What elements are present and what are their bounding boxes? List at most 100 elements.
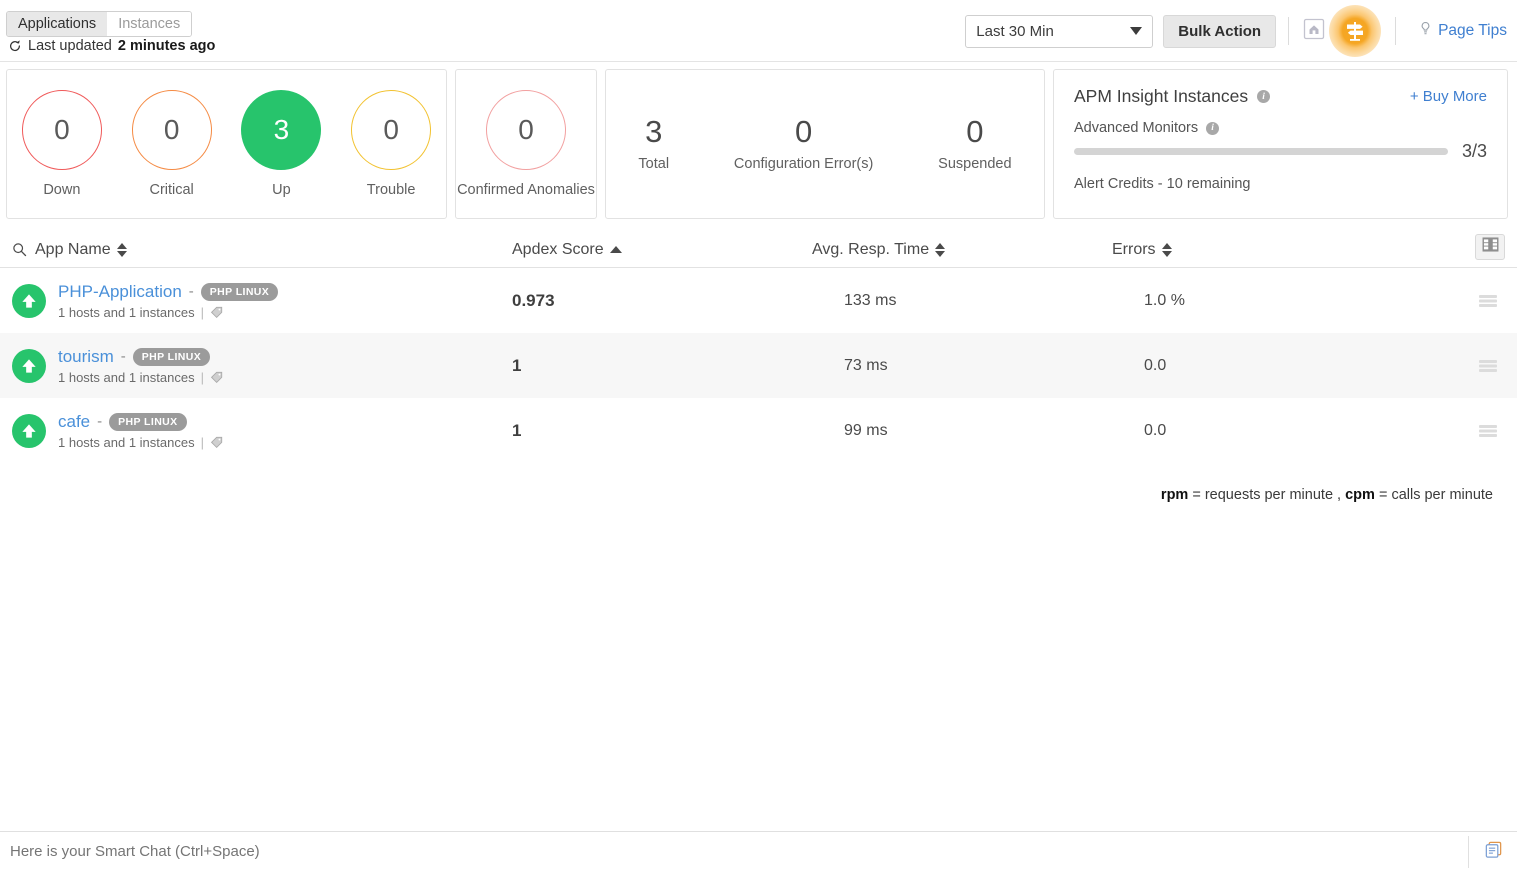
advanced-monitors-label: Advanced Monitors xyxy=(1074,120,1198,136)
chat-history-button[interactable] xyxy=(1469,832,1517,872)
cell-avg-resp-time: 99 ms xyxy=(812,422,1112,440)
status-down[interactable]: 0 Down xyxy=(22,90,102,199)
bulk-action-button[interactable]: Bulk Action xyxy=(1163,15,1276,48)
applications-table: App Name Apdex Score Avg. Resp. Time Err… xyxy=(0,232,1517,503)
tab-instances[interactable]: Instances xyxy=(107,12,191,36)
sort-asc-active-icon[interactable] xyxy=(610,246,622,253)
sort-desc-icon xyxy=(935,251,945,257)
confirmed-anomalies: 0 Confirmed Anomalies xyxy=(457,90,595,199)
platform-badge: PHP LINUX xyxy=(201,283,278,301)
confirmed-anomalies-card[interactable]: 0 Confirmed Anomalies xyxy=(455,69,597,219)
cell-app-name: cafe - PHP LINUX 1 hosts and 1 instances… xyxy=(12,412,512,450)
cell-app-name: tourism - PHP LINUX 1 hosts and 1 instan… xyxy=(12,347,512,385)
cell-avg-resp-time: 73 ms xyxy=(812,357,1112,375)
column-header-app-name[interactable]: App Name xyxy=(12,241,512,259)
sort-desc-icon xyxy=(117,251,127,257)
tag-icon[interactable] xyxy=(210,305,224,319)
status-trouble-value: 0 xyxy=(351,90,431,170)
app-name-link[interactable]: cafe xyxy=(58,412,90,432)
buy-more-link[interactable]: + Buy More xyxy=(1410,88,1487,105)
app-title-line: PHP-Application - PHP LINUX xyxy=(58,282,278,302)
home-icon xyxy=(1303,18,1325,45)
app-meta-line: 1 hosts and 1 instances | xyxy=(58,305,278,320)
signpost-button[interactable] xyxy=(1329,5,1381,57)
top-right-controls: Last 30 Min Bulk Action xyxy=(965,0,1507,62)
status-critical[interactable]: 0 Critical xyxy=(132,90,212,199)
meta-separator: | xyxy=(201,370,204,385)
app-dash: - xyxy=(97,413,102,430)
status-up-icon xyxy=(12,349,46,383)
sort-desc-icon xyxy=(1162,251,1172,257)
search-icon[interactable] xyxy=(12,242,27,257)
sort-asc-icon xyxy=(117,243,127,249)
info-icon-monitors[interactable]: i xyxy=(1206,122,1219,135)
cell-errors: 1.0 % xyxy=(1112,292,1412,310)
row-menu-button[interactable] xyxy=(1479,294,1497,308)
tag-icon[interactable] xyxy=(210,435,224,449)
column-header-app-name-label: App Name xyxy=(35,241,111,259)
grid-view-toggle-button[interactable] xyxy=(1475,234,1505,260)
advanced-monitors-progress-bar xyxy=(1074,148,1448,155)
app-name-link[interactable]: tourism xyxy=(58,347,114,367)
column-header-errors[interactable]: Errors xyxy=(1112,241,1412,259)
app-meta: PHP-Application - PHP LINUX 1 hosts and … xyxy=(58,282,278,320)
status-up-icon xyxy=(12,414,46,448)
legend-rpm-text: = requests per minute , xyxy=(1188,487,1345,503)
alert-credits-text: Alert Credits - 10 remaining xyxy=(1074,176,1487,192)
sort-toggle-app-name[interactable] xyxy=(117,243,127,257)
table-row[interactable]: PHP-Application - PHP LINUX 1 hosts and … xyxy=(0,268,1517,333)
app-name-link[interactable]: PHP-Application xyxy=(58,282,182,302)
apm-title: APM Insight Instances xyxy=(1074,86,1248,107)
table-row[interactable]: tourism - PHP LINUX 1 hosts and 1 instan… xyxy=(0,333,1517,398)
column-header-apdex-score[interactable]: Apdex Score xyxy=(512,241,812,259)
status-up[interactable]: 3 Up xyxy=(241,90,321,199)
toolbar-divider xyxy=(1288,17,1289,45)
column-header-errors-label: Errors xyxy=(1112,241,1156,259)
table-row[interactable]: cafe - PHP LINUX 1 hosts and 1 instances… xyxy=(0,398,1517,463)
app-meta: cafe - PHP LINUX 1 hosts and 1 instances… xyxy=(58,412,224,450)
smart-chat-input[interactable] xyxy=(0,842,1468,861)
table-header-row: App Name Apdex Score Avg. Resp. Time Err… xyxy=(0,232,1517,268)
info-icon[interactable]: i xyxy=(1257,90,1270,103)
platform-badge: PHP LINUX xyxy=(133,348,210,366)
config-error-stat[interactable]: 0 Configuration Error(s) xyxy=(734,116,873,173)
total-value: 3 xyxy=(645,116,662,147)
smart-chat-bar xyxy=(0,831,1517,871)
buy-more-label: + Buy More xyxy=(1410,88,1487,105)
confirmed-anomalies-label: Confirmed Anomalies xyxy=(457,182,595,199)
bulk-action-label: Bulk Action xyxy=(1178,23,1261,40)
status-trouble[interactable]: 0 Trouble xyxy=(351,90,431,199)
last-updated: Last updated 2 minutes ago xyxy=(8,38,215,54)
sort-asc-icon xyxy=(935,243,945,249)
status-critical-value: 0 xyxy=(132,90,212,170)
sort-toggle-resp-time[interactable] xyxy=(935,243,945,257)
page-tips-label: Page Tips xyxy=(1438,22,1507,40)
row-menu-button[interactable] xyxy=(1479,424,1497,438)
column-header-apdex-score-label: Apdex Score xyxy=(512,241,604,259)
home-button[interactable] xyxy=(1301,18,1327,44)
cell-avg-resp-time: 133 ms xyxy=(812,292,1112,310)
platform-badge: PHP LINUX xyxy=(109,413,186,431)
column-header-avg-resp-time[interactable]: Avg. Resp. Time xyxy=(812,241,1112,259)
chevron-down-icon xyxy=(1130,27,1142,35)
suspended-stat[interactable]: 0 Suspended xyxy=(938,116,1011,173)
time-period-select[interactable]: Last 30 Min xyxy=(965,15,1153,48)
page-tips-button[interactable]: Page Tips xyxy=(1418,21,1507,41)
top-bar: Applications Instances Last updated 2 mi… xyxy=(0,0,1517,62)
status-down-label: Down xyxy=(43,182,80,199)
refresh-icon[interactable] xyxy=(8,39,22,53)
legend-cpm-text: = calls per minute xyxy=(1375,487,1493,503)
total-stat[interactable]: 3 Total xyxy=(638,116,669,173)
advanced-monitors-row: Advanced Monitors i xyxy=(1074,120,1487,136)
metrics-legend: rpm = requests per minute , cpm = calls … xyxy=(0,487,1517,503)
sort-toggle-errors[interactable] xyxy=(1162,243,1172,257)
last-updated-prefix: Last updated xyxy=(28,38,112,54)
config-error-label: Configuration Error(s) xyxy=(734,156,873,173)
tag-icon[interactable] xyxy=(210,370,224,384)
grid-view-icon xyxy=(1482,237,1499,257)
row-menu-button[interactable] xyxy=(1479,359,1497,373)
tab-applications[interactable]: Applications xyxy=(7,12,107,36)
cell-errors: 0.0 xyxy=(1112,422,1412,440)
suspended-value: 0 xyxy=(966,116,983,147)
status-up-value: 3 xyxy=(241,90,321,170)
